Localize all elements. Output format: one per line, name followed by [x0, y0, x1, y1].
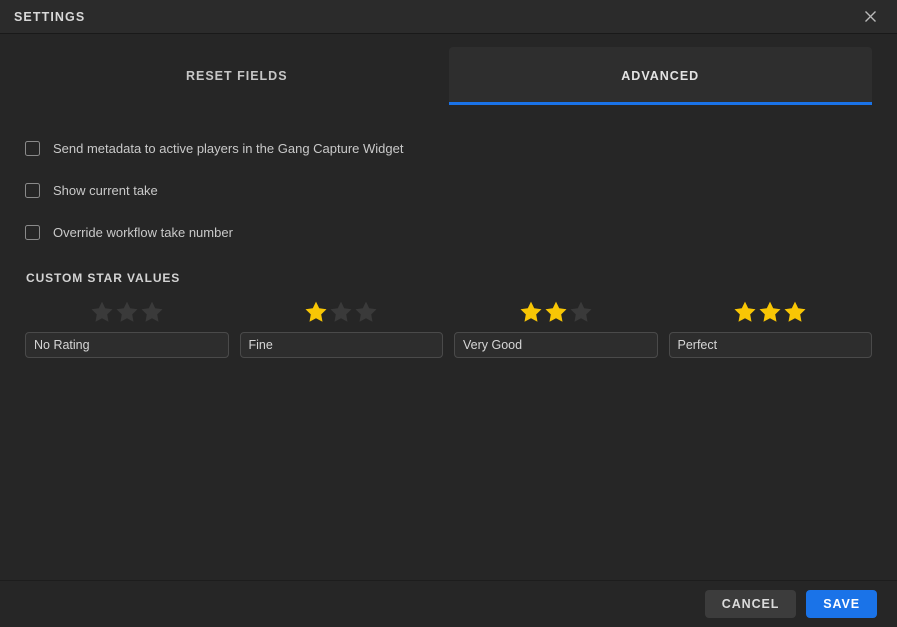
checkbox-label-show-take: Show current take: [53, 182, 158, 198]
settings-scroll-area[interactable]: Send metadata to active players in the G…: [0, 105, 897, 580]
star-rating-3[interactable]: [669, 299, 873, 325]
star-value-entry-2: [454, 299, 658, 358]
tab-advanced-label: ADVANCED: [621, 69, 700, 83]
star-value-entry-3: [668, 299, 873, 358]
settings-dialog: SETTINGS RESET FIELDS ADVANCED Send meta…: [0, 0, 897, 627]
star-value-input-3[interactable]: [668, 332, 872, 358]
checkbox-override-take[interactable]: [25, 224, 40, 240]
dialog-title: SETTINGS: [14, 9, 86, 24]
close-icon[interactable]: [859, 6, 881, 28]
tab-bar: RESET FIELDS ADVANCED: [0, 34, 897, 105]
checkbox-show-take[interactable]: [25, 182, 40, 198]
star-icon[interactable]: [569, 300, 593, 324]
star-rating-1[interactable]: [240, 299, 444, 325]
star-value-entry-0: [25, 299, 229, 358]
save-button[interactable]: SAVE: [806, 590, 877, 618]
star-value-input-2[interactable]: [454, 332, 658, 358]
star-value-input-0[interactable]: [25, 332, 229, 358]
checkbox-label-override-take: Override workflow take number: [53, 224, 233, 240]
star-icon[interactable]: [519, 300, 543, 324]
checkbox-row-send-metadata[interactable]: Send metadata to active players in the G…: [25, 127, 872, 169]
tab-reset-fields-label: RESET FIELDS: [185, 69, 288, 83]
cancel-button[interactable]: CANCEL: [704, 590, 797, 618]
star-icon[interactable]: [758, 300, 782, 324]
dialog-footer: CANCEL SAVE: [0, 580, 897, 627]
star-rating-0[interactable]: [25, 299, 229, 325]
star-icon[interactable]: [783, 300, 807, 324]
star-icon[interactable]: [329, 300, 353, 324]
star-icon[interactable]: [354, 300, 378, 324]
star-icon[interactable]: [115, 300, 139, 324]
star-rating-2[interactable]: [454, 299, 658, 325]
dialog-titlebar: SETTINGS: [0, 0, 897, 34]
tab-reset-fields[interactable]: RESET FIELDS: [25, 47, 449, 105]
star-icon[interactable]: [140, 300, 164, 324]
star-icon[interactable]: [544, 300, 568, 324]
star-value-input-1[interactable]: [239, 332, 443, 358]
tab-advanced[interactable]: ADVANCED: [448, 47, 872, 105]
section-title-custom-star-values: CUSTOM STAR VALUES: [26, 271, 181, 285]
checkbox-label-send-metadata: Send metadata to active players in the G…: [53, 140, 404, 156]
checkbox-list: Send metadata to active players in the G…: [25, 127, 872, 253]
star-value-entry-1: [239, 299, 444, 358]
star-icon[interactable]: [90, 300, 114, 324]
checkbox-row-show-take[interactable]: Show current take: [25, 169, 872, 211]
star-icon[interactable]: [304, 300, 328, 324]
custom-star-values-group: [25, 299, 872, 358]
checkbox-row-override-take[interactable]: Override workflow take number: [25, 211, 872, 253]
checkbox-send-metadata[interactable]: [25, 140, 40, 156]
star-icon[interactable]: [733, 300, 757, 324]
